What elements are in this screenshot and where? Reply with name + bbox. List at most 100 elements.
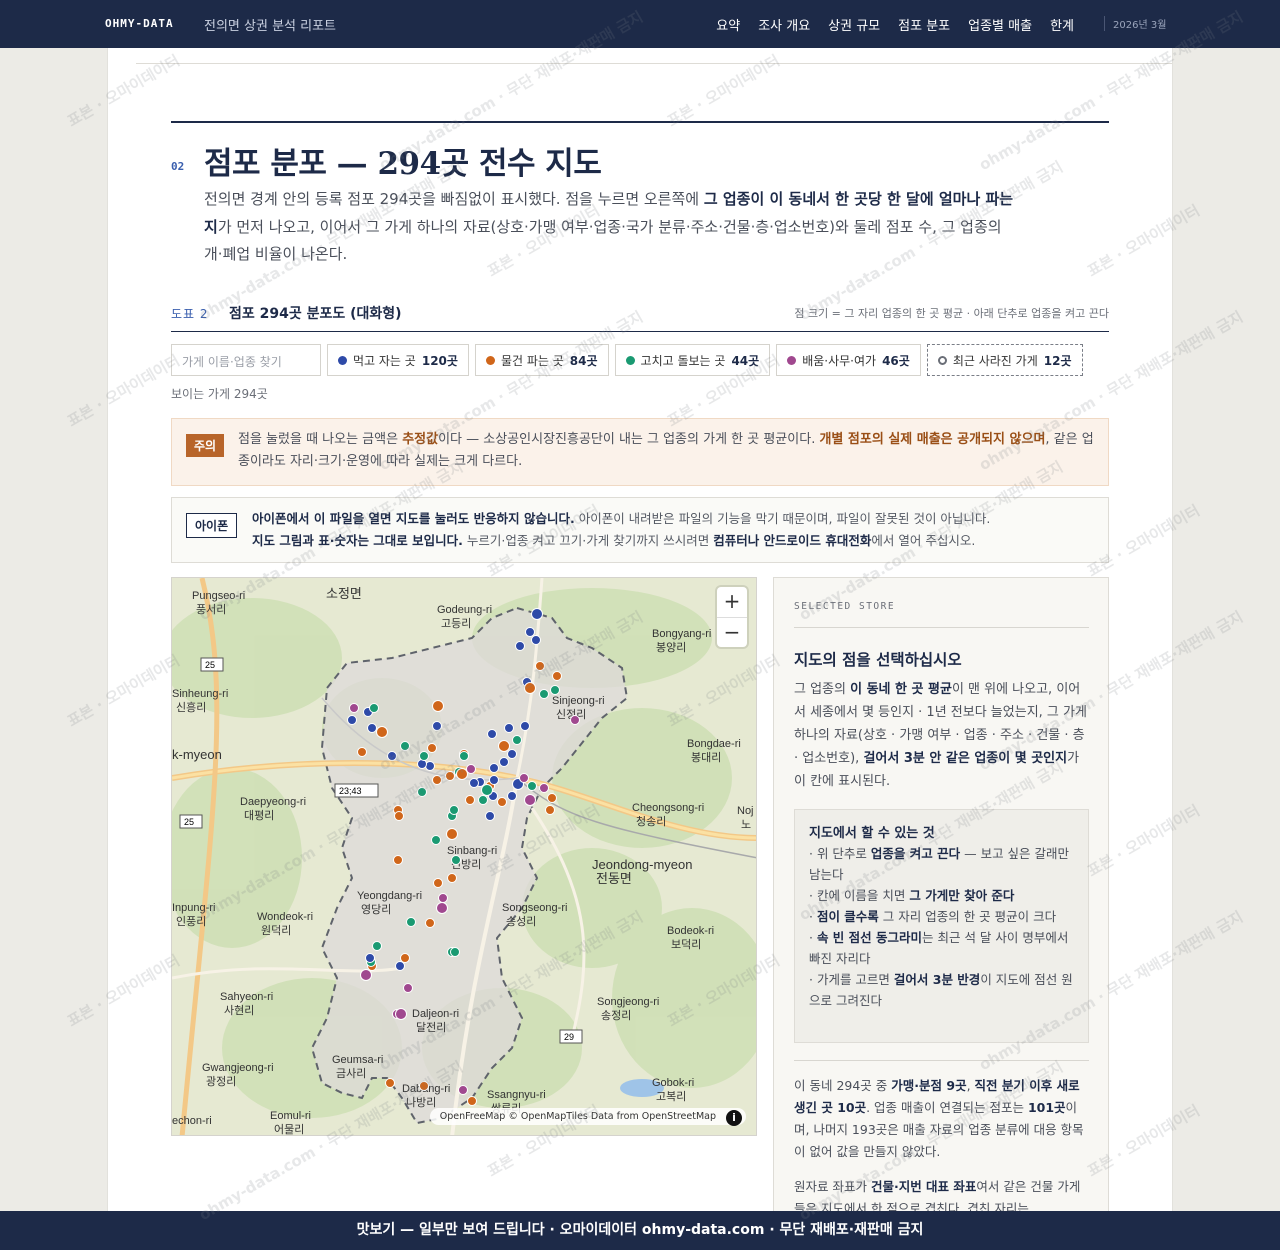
store-marker[interactable] bbox=[427, 743, 437, 753]
store-marker[interactable] bbox=[535, 661, 545, 671]
store-marker[interactable] bbox=[456, 768, 468, 780]
store-marker[interactable] bbox=[525, 627, 535, 637]
store-marker[interactable] bbox=[419, 751, 429, 761]
store-marker[interactable] bbox=[406, 917, 416, 927]
filter-chip-retail[interactable]: 물건 파는 곳 84곳 bbox=[474, 344, 609, 376]
info-icon[interactable]: i bbox=[726, 1110, 742, 1126]
store-marker[interactable] bbox=[539, 689, 549, 699]
store-marker[interactable] bbox=[459, 751, 469, 761]
nav-item-overview[interactable]: 조사 개요 bbox=[758, 15, 810, 34]
section-number: 02 bbox=[171, 160, 185, 173]
store-marker[interactable] bbox=[531, 608, 543, 620]
store-marker[interactable] bbox=[498, 740, 510, 752]
brand-logo[interactable]: OHMY-DATA bbox=[105, 17, 174, 30]
store-marker[interactable] bbox=[438, 893, 448, 903]
store-marker[interactable] bbox=[545, 805, 555, 815]
store-marker[interactable] bbox=[419, 1081, 429, 1091]
attribution-text[interactable]: OpenFreeMap © OpenMapTiles Data from Ope… bbox=[440, 1111, 716, 1122]
store-marker[interactable] bbox=[547, 793, 557, 803]
store-marker[interactable] bbox=[497, 797, 507, 807]
store-marker[interactable] bbox=[445, 771, 455, 781]
store-map[interactable]: 25 25 23;43 29 소정면 Pungseo-ri 풍서리 Godeung-ri 고등… bbox=[171, 577, 757, 1136]
filter-chip-food-lodging[interactable]: 먹고 자는 곳 120곳 bbox=[327, 344, 469, 376]
store-marker[interactable] bbox=[552, 671, 562, 681]
zoom-out-button[interactable]: − bbox=[717, 617, 747, 647]
warning-emphasis: 개별 점포의 실제 매출은 공개되지 않으며 bbox=[819, 432, 1046, 447]
store-marker[interactable] bbox=[433, 878, 443, 888]
store-marker[interactable] bbox=[466, 764, 476, 774]
store-marker[interactable] bbox=[376, 726, 388, 738]
filter-chip-closed-stores[interactable]: 최근 사라진 가게 12곳 bbox=[926, 344, 1083, 376]
store-marker[interactable] bbox=[451, 855, 461, 865]
store-marker[interactable] bbox=[570, 715, 580, 725]
store-marker[interactable] bbox=[395, 1008, 407, 1020]
store-marker[interactable] bbox=[385, 1078, 395, 1088]
store-marker[interactable] bbox=[515, 641, 525, 651]
store-marker[interactable] bbox=[524, 682, 536, 694]
store-marker[interactable] bbox=[499, 757, 509, 767]
store-marker[interactable] bbox=[425, 918, 435, 928]
store-marker[interactable] bbox=[432, 721, 442, 731]
filter-chip-edu-office-leisure[interactable]: 배움·사무·여가 46곳 bbox=[776, 344, 921, 376]
map-canvas[interactable]: 25 25 23;43 29 소정면 Pungseo-ri풍서리 Godeung-ri고등… bbox=[172, 578, 757, 1136]
store-marker[interactable] bbox=[504, 723, 514, 733]
store-marker[interactable] bbox=[365, 953, 375, 963]
store-marker[interactable] bbox=[432, 700, 444, 712]
store-marker[interactable] bbox=[487, 729, 497, 739]
store-marker[interactable] bbox=[524, 794, 536, 806]
store-marker[interactable] bbox=[436, 902, 448, 914]
store-marker[interactable] bbox=[469, 778, 479, 788]
store-marker[interactable] bbox=[507, 791, 517, 801]
zoom-in-button[interactable]: + bbox=[717, 587, 747, 617]
store-marker[interactable] bbox=[432, 775, 442, 785]
store-marker[interactable] bbox=[367, 723, 377, 733]
store-marker[interactable] bbox=[403, 983, 413, 993]
store-marker[interactable] bbox=[357, 747, 367, 757]
nav-item-summary[interactable]: 요약 bbox=[716, 15, 740, 34]
store-marker[interactable] bbox=[372, 941, 382, 951]
store-marker[interactable] bbox=[485, 811, 495, 821]
store-marker[interactable] bbox=[465, 795, 475, 805]
store-marker[interactable] bbox=[431, 835, 441, 845]
store-marker[interactable] bbox=[349, 703, 359, 713]
store-marker[interactable] bbox=[489, 763, 499, 773]
store-marker[interactable] bbox=[347, 715, 357, 725]
store-marker[interactable] bbox=[467, 1096, 477, 1106]
place-label-en: Gwangjeong-ri bbox=[202, 1062, 274, 1074]
estimate-warning: 주의 점을 눌렀을 때 나오는 금액은 추정값이다 — 소상공인시장진흥공단이 … bbox=[171, 418, 1109, 486]
store-marker[interactable] bbox=[527, 781, 537, 791]
store-marker[interactable] bbox=[449, 805, 459, 815]
nav-item-distribution[interactable]: 점포 분포 bbox=[898, 15, 950, 34]
nav-item-limits[interactable]: 한계 bbox=[1050, 15, 1074, 34]
store-marker[interactable] bbox=[458, 1085, 468, 1095]
place-label-en: Yeongdang-ri bbox=[357, 890, 422, 902]
store-marker[interactable] bbox=[520, 721, 530, 731]
store-marker[interactable] bbox=[395, 961, 405, 971]
store-marker[interactable] bbox=[387, 751, 397, 761]
store-marker[interactable] bbox=[507, 749, 517, 759]
store-marker[interactable] bbox=[393, 855, 403, 865]
store-marker[interactable] bbox=[481, 784, 493, 796]
store-search-input[interactable]: 가게 이름·업종 찾기 bbox=[171, 344, 321, 376]
place-label-ko: 대평리 bbox=[244, 809, 274, 822]
store-marker[interactable] bbox=[531, 635, 541, 645]
section-title: 점포 분포 — 294곳 전수 지도 bbox=[204, 146, 602, 182]
store-marker[interactable] bbox=[550, 685, 560, 695]
store-marker[interactable] bbox=[519, 773, 529, 783]
nav-item-sales[interactable]: 업종별 매출 bbox=[968, 15, 1032, 34]
store-marker[interactable] bbox=[489, 775, 499, 785]
store-marker[interactable] bbox=[450, 947, 460, 957]
store-marker[interactable] bbox=[369, 703, 379, 713]
store-marker[interactable] bbox=[394, 811, 404, 821]
store-marker[interactable] bbox=[417, 787, 427, 797]
store-marker[interactable] bbox=[360, 969, 372, 981]
nav-item-scale[interactable]: 상권 규모 bbox=[828, 15, 880, 34]
store-marker[interactable] bbox=[400, 953, 410, 963]
store-marker[interactable] bbox=[400, 741, 410, 751]
store-marker[interactable] bbox=[512, 735, 522, 745]
store-marker[interactable] bbox=[447, 873, 457, 883]
store-marker[interactable] bbox=[446, 828, 458, 840]
store-marker[interactable] bbox=[478, 795, 488, 805]
store-marker[interactable] bbox=[539, 783, 549, 793]
filter-chip-repair-care[interactable]: 고치고 돌보는 곳 44곳 bbox=[614, 344, 771, 376]
